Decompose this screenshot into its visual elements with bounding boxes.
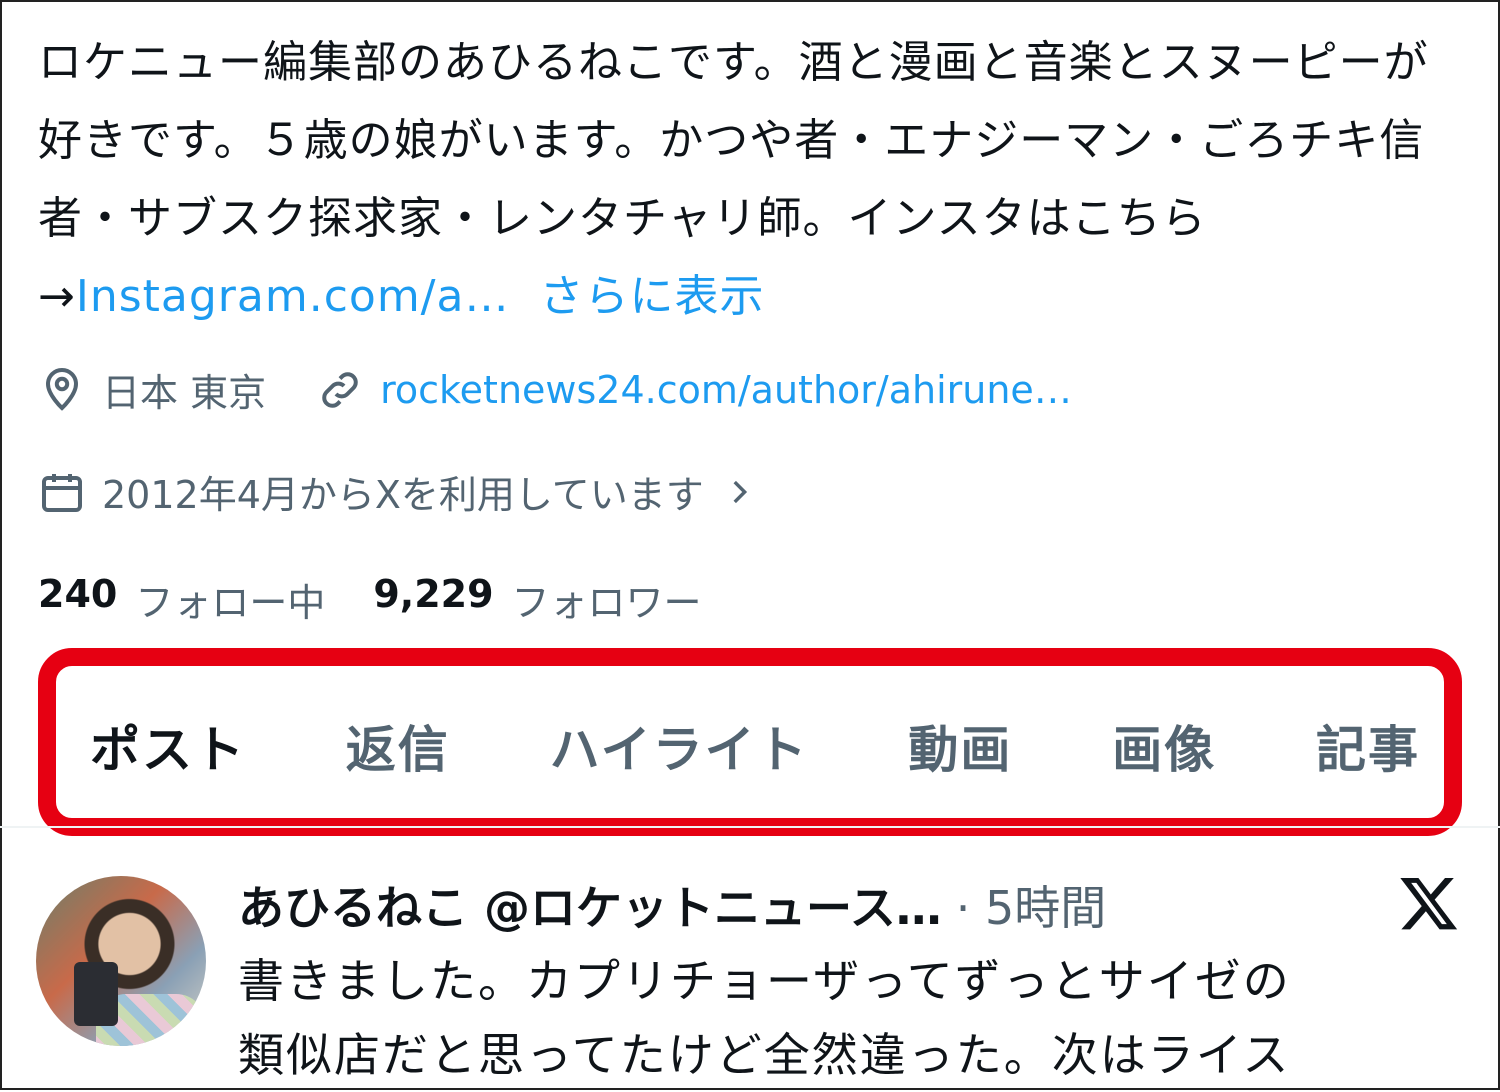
tab-replies[interactable]: 返信 [346,710,450,782]
tabs-divider [0,826,1500,828]
website-link[interactable]: rocketnews24.com/author/ahirune… [380,368,1072,412]
post-time[interactable]: · 5時間 [956,872,1107,938]
joined-row[interactable]: 2012年4月からXを利用しています [38,464,772,519]
post-author[interactable]: あひるねこ @ロケットニュース… [238,872,942,938]
post-header: あひるねこ @ロケットニュース… · 5時間 [238,872,1106,938]
x-logo-icon [1400,877,1458,930]
profile-meta-row: 日本 東京 rocketnews24.com/author/ahirune… [38,362,1072,417]
post-line: 類似店だと思ってたけど全然違った。次はライス [238,1028,1291,1082]
bio-instagram-link[interactable]: Instagram.com/a… [76,271,510,322]
avatar-cup [74,962,118,1026]
location-icon [45,367,79,411]
profile-tabs: ポスト 返信 ハイライト 動画 画像 記事 [90,706,1420,786]
tab-posts[interactable]: ポスト [90,710,246,782]
tab-videos[interactable]: 動画 [908,710,1012,782]
location-text: 日本 東京 [102,371,267,415]
post-body: 書きました。カプリチョーザってずっとサイゼの 類似店だと思ってたけど全然違った。… [238,944,1438,1092]
calendar-icon [42,473,82,512]
followers-count: 9,229 [373,572,494,616]
avatar[interactable] [36,876,206,1046]
joined-text: 2012年4月からXを利用しています [102,473,704,517]
following-count: 240 [38,572,118,616]
tab-articles[interactable]: 記事 [1316,710,1420,782]
show-more-link[interactable]: さらに表示 [539,271,764,322]
follow-stats: 240 フォロー中 9,229 フォロワー [38,572,750,627]
tab-images[interactable]: 画像 [1112,710,1216,782]
profile-bio: ロケニュー編集部のあひるねこです。酒と漫画と音楽とスヌーピーが好きです。５歳の娘… [38,24,1458,336]
post-line: 書きました。カプリチョーザってずっとサイゼの [238,954,1291,1008]
followers-label: フォロワー [511,581,702,625]
link-icon [322,371,358,408]
following-stat[interactable]: 240 フォロー中 [38,572,325,627]
following-label: フォロー中 [135,581,326,625]
chevron-right-icon [733,480,747,503]
tab-highlights[interactable]: ハイライト [550,710,809,782]
followers-stat[interactable]: 9,229 フォロワー [373,572,701,627]
